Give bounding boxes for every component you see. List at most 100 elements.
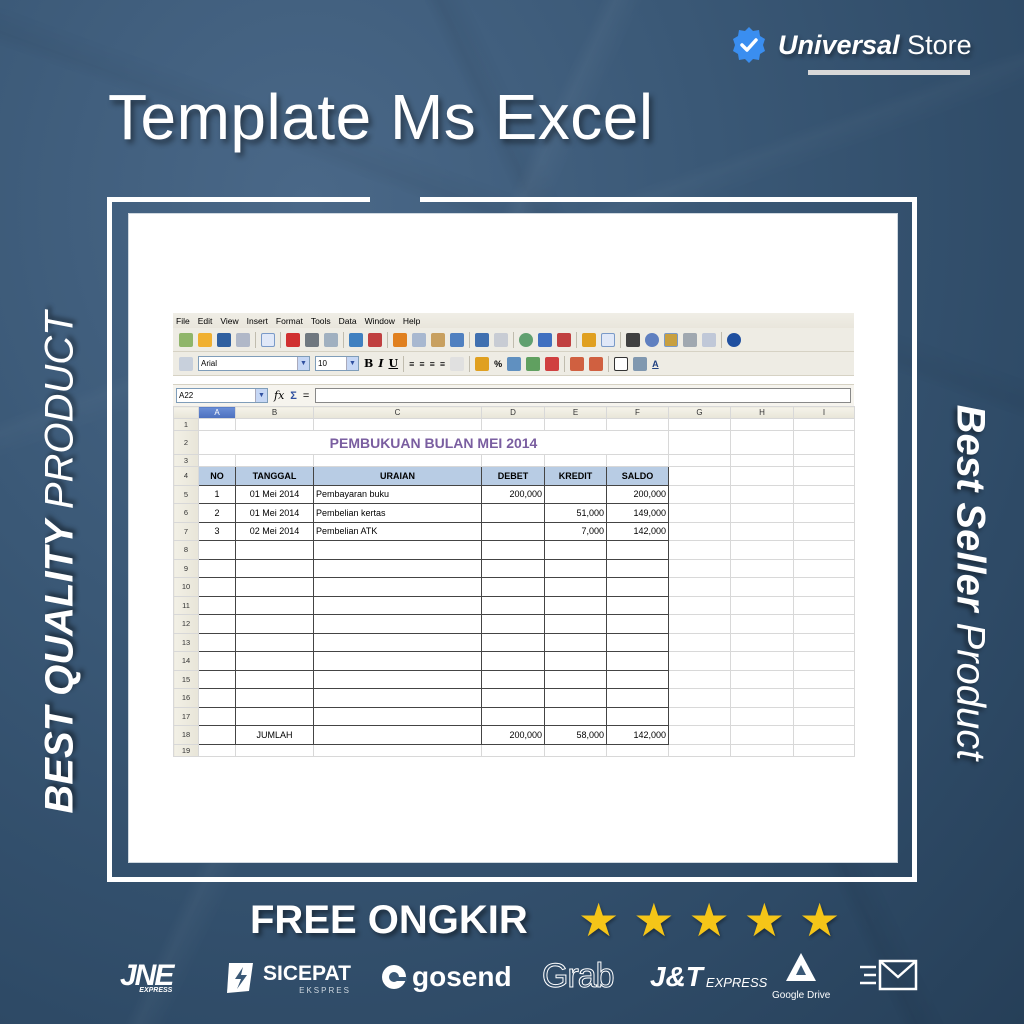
cell-uraian[interactable]: Pembayaran buku xyxy=(313,484,482,504)
empty-cell[interactable] xyxy=(668,595,731,615)
empty-cell[interactable] xyxy=(544,632,607,652)
empty-cell[interactable] xyxy=(313,706,482,726)
empty-cell[interactable] xyxy=(730,651,794,671)
menu-tools[interactable]: Tools xyxy=(311,316,331,328)
empty-cell[interactable] xyxy=(481,558,545,578)
cell-tanggal[interactable]: 01 Mei 2014 xyxy=(235,503,314,523)
row-header[interactable]: 1 xyxy=(173,418,199,431)
empty-cell[interactable] xyxy=(481,577,545,597)
column-header[interactable]: D xyxy=(481,406,545,419)
empty-cell[interactable] xyxy=(730,614,794,634)
decrease-indent-icon[interactable] xyxy=(570,356,585,371)
empty-cell[interactable] xyxy=(198,651,236,671)
email-icon[interactable] xyxy=(236,332,250,347)
cell-saldo[interactable]: 149,000 xyxy=(606,503,669,523)
zoom-icon[interactable] xyxy=(702,332,716,347)
empty-cell[interactable] xyxy=(793,669,855,689)
row-header[interactable]: 9 xyxy=(173,558,199,578)
cell-debet[interactable]: 200,000 xyxy=(481,484,545,504)
sort-descending-icon[interactable] xyxy=(557,332,571,347)
empty-cell[interactable] xyxy=(730,669,794,689)
empty-cell[interactable] xyxy=(668,577,731,597)
currency-icon[interactable] xyxy=(475,356,490,371)
function-wizard-icon[interactable]: fx xyxy=(274,389,284,402)
empty-cell[interactable] xyxy=(198,558,236,578)
open-folder-icon[interactable] xyxy=(198,332,212,347)
empty-cell[interactable] xyxy=(793,632,855,652)
empty-cell[interactable] xyxy=(481,669,545,689)
find-binoculars-icon[interactable] xyxy=(626,332,640,347)
total-label-cell[interactable]: JUMLAH xyxy=(235,725,314,745)
empty-cell[interactable] xyxy=(668,558,731,578)
empty-cell[interactable] xyxy=(606,651,669,671)
empty-cell[interactable] xyxy=(481,614,545,634)
column-header[interactable]: A xyxy=(198,406,236,419)
row-header[interactable]: 17 xyxy=(173,706,199,726)
merge-cells-icon[interactable] xyxy=(450,356,465,371)
empty-cell[interactable] xyxy=(544,558,607,578)
sum-icon[interactable]: Σ xyxy=(290,390,297,402)
name-box[interactable]: A22 ▼ xyxy=(176,388,268,403)
paste-icon[interactable] xyxy=(431,332,445,347)
cell-no[interactable]: 3 xyxy=(198,521,236,541)
empty-cell[interactable] xyxy=(235,595,314,615)
header-cell-tanggal[interactable]: TANGGAL xyxy=(235,466,314,486)
align-left-icon[interactable]: ≡ xyxy=(409,359,414,369)
header-cell-kredit[interactable]: KREDIT xyxy=(544,466,607,486)
menu-file[interactable]: File xyxy=(176,316,190,328)
spellcheck-icon[interactable] xyxy=(349,332,363,347)
empty-cell[interactable] xyxy=(730,632,794,652)
empty-cell[interactable] xyxy=(668,540,731,560)
formula-input[interactable] xyxy=(315,388,851,403)
empty-cell[interactable] xyxy=(606,706,669,726)
empty-cell[interactable] xyxy=(198,688,236,708)
row-header[interactable]: 11 xyxy=(173,595,199,615)
copy-icon[interactable] xyxy=(412,332,426,347)
empty-cell[interactable] xyxy=(544,669,607,689)
underline-button[interactable]: U xyxy=(388,357,398,370)
empty-cell[interactable] xyxy=(544,688,607,708)
cut-icon[interactable] xyxy=(393,332,407,347)
empty-cell[interactable] xyxy=(235,651,314,671)
empty-cell[interactable] xyxy=(481,540,545,560)
empty-cell[interactable] xyxy=(481,595,545,615)
cell-debet[interactable] xyxy=(481,521,545,541)
row-header[interactable]: 14 xyxy=(173,651,199,671)
empty-cell[interactable] xyxy=(606,558,669,578)
empty-cell[interactable] xyxy=(668,706,731,726)
justify-icon[interactable]: ≡ xyxy=(440,359,445,369)
header-cell-debet[interactable]: DEBET xyxy=(481,466,545,486)
empty-cell[interactable] xyxy=(481,651,545,671)
sort-ascending-icon[interactable] xyxy=(538,332,552,347)
align-right-icon[interactable]: ≡ xyxy=(430,359,435,369)
cell-kredit[interactable]: 51,000 xyxy=(544,503,607,523)
empty-cell[interactable] xyxy=(793,595,855,615)
empty-cell[interactable] xyxy=(544,651,607,671)
print-icon[interactable] xyxy=(305,332,319,347)
save-icon[interactable] xyxy=(217,332,231,347)
empty-cell[interactable] xyxy=(235,540,314,560)
empty-cell[interactable] xyxy=(730,540,794,560)
chart-icon[interactable] xyxy=(582,332,596,347)
empty-cell[interactable] xyxy=(313,688,482,708)
empty-cell[interactable] xyxy=(235,688,314,708)
empty-cell[interactable] xyxy=(730,688,794,708)
row-header[interactable]: 19 xyxy=(173,743,199,757)
total-debet-cell[interactable]: 200,000 xyxy=(481,725,545,745)
row-header[interactable]: 6 xyxy=(173,503,199,523)
empty-cell[interactable] xyxy=(198,669,236,689)
menu-format[interactable]: Format xyxy=(276,316,303,328)
empty-cell[interactable] xyxy=(235,577,314,597)
row-header[interactable]: 18 xyxy=(173,725,199,745)
help-icon[interactable] xyxy=(727,332,741,347)
empty-cell[interactable] xyxy=(730,558,794,578)
header-cell-uraian[interactable]: URAIAN xyxy=(313,466,482,486)
empty-cell[interactable] xyxy=(481,632,545,652)
bold-button[interactable]: B xyxy=(364,357,373,370)
empty-cell[interactable] xyxy=(544,706,607,726)
empty-cell[interactable] xyxy=(313,558,482,578)
row-header[interactable]: 3 xyxy=(173,454,199,467)
row-header[interactable]: 7 xyxy=(173,521,199,541)
empty-cell[interactable] xyxy=(544,595,607,615)
column-header[interactable]: C xyxy=(313,406,482,419)
